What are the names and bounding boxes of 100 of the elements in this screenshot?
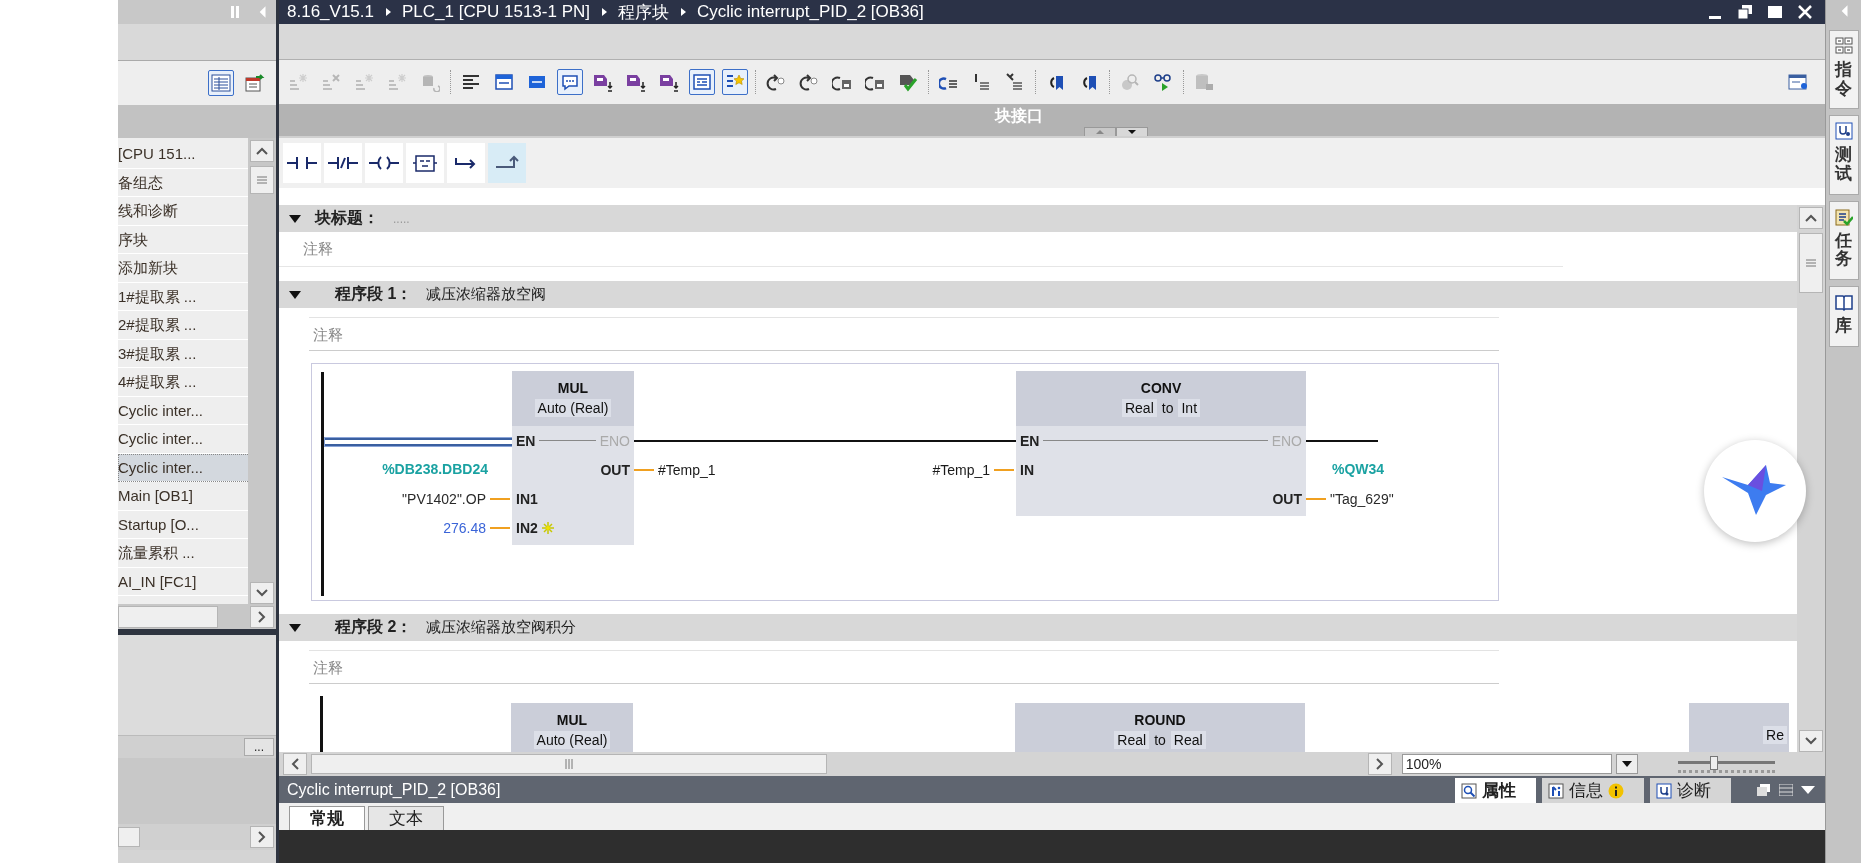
data-type-label[interactable]: Auto (Real)	[533, 731, 611, 749]
tag-download-icon	[593, 72, 613, 92]
properties-icon	[1461, 782, 1477, 799]
tag-name[interactable]: "PV1402".OP	[402, 490, 486, 507]
book-icon	[1834, 293, 1853, 312]
scrollbar-thumb[interactable]	[250, 166, 274, 194]
contact-button[interactable]	[283, 143, 321, 183]
network-title: 程序段 2：	[335, 617, 413, 637]
magnifier-icon	[1120, 72, 1140, 92]
scroll-down-button[interactable]	[1799, 730, 1823, 752]
restore-button[interactable]	[1735, 2, 1755, 22]
scroll-up-button[interactable]	[1799, 207, 1823, 229]
lines-cross-icon	[321, 72, 341, 92]
table-view-button[interactable]	[208, 70, 234, 96]
connection-line	[994, 468, 1014, 471]
comment-field[interactable]: 注释	[309, 317, 1499, 351]
scrollbar-thumb[interactable]	[311, 754, 828, 774]
inspector-tab[interactable]: 诊断	[1650, 778, 1731, 803]
dock-window-icon[interactable]	[1779, 783, 1793, 796]
breadcrumb-separator-icon	[600, 7, 608, 17]
scrollbar-thumb[interactable]	[118, 827, 140, 847]
instructions-icon	[1834, 37, 1853, 55]
data-type-label[interactable]: Int	[1178, 399, 1201, 417]
indent-lines-icon	[972, 72, 992, 92]
dropdown-caret-icon[interactable]	[1801, 784, 1815, 795]
task-card-tab[interactable]: 任务	[1828, 200, 1859, 281]
instruction-box[interactable]: MUL Auto (Real)	[511, 703, 633, 752]
calendar-arrow-icon	[244, 73, 266, 93]
instruction-name: CONV	[1140, 380, 1182, 396]
open-branch-button[interactable]	[447, 143, 485, 183]
data-type-label[interactable]: Real	[1121, 399, 1157, 417]
window-user-icon	[1788, 72, 1808, 92]
instruction-box[interactable]: Re	[1689, 703, 1789, 752]
inspector-tab[interactable]: 属性	[1455, 778, 1536, 803]
breadcrumb-item[interactable]: 程序块	[618, 0, 669, 24]
zoom-field[interactable]: 100%	[1401, 754, 1613, 774]
toolbar-button[interactable]	[722, 69, 748, 95]
local-variable[interactable]: #Temp_1	[658, 461, 716, 478]
scrollbar-thumb[interactable]	[118, 605, 218, 628]
scroll-right-button[interactable]	[250, 826, 274, 848]
breadcrumb-item[interactable]: PLC_1 [CPU 1513-1 PN]	[401, 2, 590, 22]
sparkle-lines-icon	[387, 72, 407, 92]
task-card-tab[interactable]: 测试	[1828, 115, 1859, 195]
comment-field[interactable]: 注释	[303, 239, 333, 259]
close-branch-button[interactable]	[488, 143, 526, 183]
local-variable[interactable]: #Temp_1	[932, 461, 990, 478]
inspector-tab[interactable]: 信息	[1542, 778, 1644, 803]
inspector-title: Cyclic interrupt_PID_2 [OB36]	[286, 780, 502, 799]
network-title: 程序段 1：	[335, 284, 413, 304]
expand-caret-icon[interactable]	[289, 622, 301, 633]
expand-caret-icon[interactable]	[289, 289, 301, 300]
instruction-box[interactable]: ROUND Real to Real	[1015, 703, 1305, 752]
restore-icon	[1738, 5, 1752, 19]
tab[interactable]: 文本	[368, 806, 444, 830]
slider-thumb[interactable]	[1709, 755, 1718, 770]
coil-button[interactable]	[365, 143, 403, 183]
chevron-down-icon	[256, 589, 268, 597]
constant-value[interactable]: 276.48	[443, 519, 486, 536]
maximize-icon	[1768, 6, 1782, 18]
float-window-icon[interactable]	[1757, 783, 1771, 796]
instruction-name: MUL	[556, 712, 588, 728]
tag-name[interactable]: "Tag_629"	[1330, 490, 1394, 507]
comment-field[interactable]: 注释	[309, 650, 1499, 684]
new-pin-star-icon[interactable]	[541, 521, 554, 534]
list-icon	[692, 72, 712, 92]
pin-label: IN2	[516, 519, 538, 536]
chevron-right-icon	[258, 610, 266, 623]
more-button[interactable]: ...	[244, 738, 274, 756]
task-card-tab[interactable]: 指令	[1828, 30, 1859, 110]
scroll-left-button[interactable]	[283, 753, 307, 775]
scroll-right-button[interactable]	[1367, 753, 1392, 775]
expand-caret-icon[interactable]	[289, 213, 301, 224]
scroll-down-button[interactable]	[250, 582, 274, 604]
type-conversion-label: to	[1153, 732, 1167, 748]
network-description[interactable]: 减压浓缩器放空阀积分	[426, 618, 577, 637]
connection-line	[490, 497, 510, 500]
negated-contact-button[interactable]	[324, 143, 362, 183]
breadcrumb-item[interactable]: Cyclic interrupt_PID_2 [OB36]	[697, 2, 924, 22]
tree-item[interactable]: Cyclic inter...	[118, 453, 248, 482]
stethoscope-icon	[1834, 122, 1853, 141]
curved-arrow-icon	[766, 72, 786, 92]
tab[interactable]: 常规	[289, 806, 365, 830]
chevron-up-icon	[256, 147, 268, 155]
tag-download-icon	[626, 72, 646, 92]
data-type-label[interactable]: Real	[1170, 731, 1206, 749]
scroll-up-button[interactable]	[250, 140, 274, 162]
breadcrumb-item[interactable]: 8.16_V15.1	[287, 2, 374, 22]
sparkle-lines-icon	[288, 72, 308, 92]
data-type-label[interactable]: Auto (Real)	[534, 399, 612, 417]
scrollbar-thumb[interactable]	[1799, 233, 1823, 293]
scroll-right-button[interactable]	[250, 605, 274, 628]
empty-box-button[interactable]	[406, 143, 444, 183]
dropdown-button[interactable]	[1616, 754, 1638, 774]
data-type-label[interactable]: Re	[1763, 726, 1787, 744]
wire[interactable]	[325, 437, 512, 446]
task-card-tab[interactable]: 库	[1828, 286, 1859, 347]
pin-label: OUT	[600, 461, 630, 478]
network-description[interactable]: 减压浓缩器放空阀	[426, 285, 547, 304]
data-type-label[interactable]: Real	[1114, 731, 1150, 749]
connection-line	[634, 468, 654, 471]
